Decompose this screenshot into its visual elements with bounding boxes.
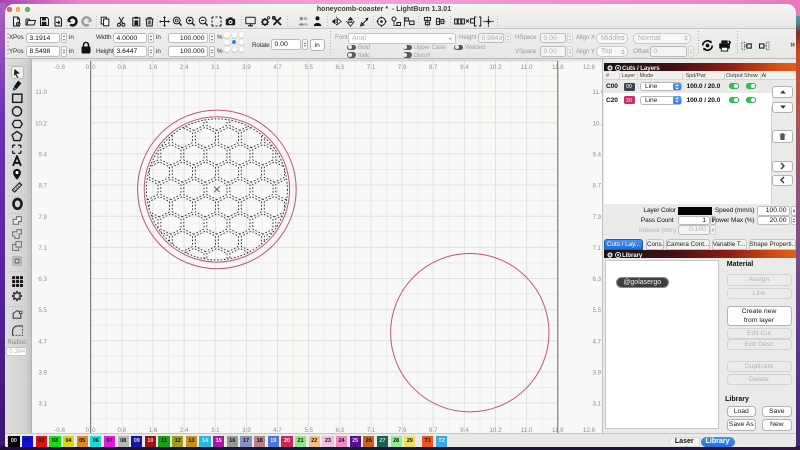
- svg-text:11.8: 11.8: [552, 64, 564, 71]
- svg-text:9.4: 9.4: [592, 151, 601, 158]
- svg-text:12.6: 12.6: [582, 64, 595, 71]
- svg-text:0: 0: [85, 64, 89, 71]
- svg-text:3.1: 3.1: [592, 400, 601, 407]
- svg-text:3.1: 3.1: [210, 64, 219, 71]
- svg-text:9.4: 9.4: [460, 64, 469, 71]
- svg-text:8.7: 8.7: [38, 182, 47, 189]
- svg-text:1.6: 1.6: [148, 64, 157, 71]
- svg-text:5.5: 5.5: [304, 64, 313, 71]
- svg-text:7.1: 7.1: [366, 64, 375, 71]
- svg-text:3.9: 3.9: [242, 64, 251, 71]
- svg-text:10.2: 10.2: [34, 120, 47, 127]
- svg-text:6.3: 6.3: [335, 64, 344, 71]
- svg-text:7.9: 7.9: [38, 213, 47, 220]
- svg-text:11.0: 11.0: [35, 89, 47, 96]
- svg-text:7.9: 7.9: [397, 64, 406, 71]
- svg-text:10.2: 10.2: [592, 120, 602, 127]
- svg-text:8.7: 8.7: [428, 64, 437, 71]
- svg-text:6.3: 6.3: [38, 276, 47, 283]
- svg-text:8.7: 8.7: [592, 182, 601, 189]
- svg-text:7.1: 7.1: [38, 244, 47, 251]
- svg-text:0: 0: [92, 64, 96, 71]
- svg-text:3.1: 3.1: [38, 400, 47, 407]
- svg-text:-0.8: -0.8: [54, 64, 65, 71]
- svg-text:7.1: 7.1: [592, 244, 601, 251]
- svg-text:5.5: 5.5: [592, 307, 601, 314]
- svg-text:4.7: 4.7: [592, 338, 601, 345]
- svg-text:4.7: 4.7: [273, 64, 282, 71]
- svg-text:10.2: 10.2: [489, 64, 502, 71]
- svg-text:9.4: 9.4: [38, 151, 47, 158]
- svg-text:2.4: 2.4: [179, 64, 188, 71]
- svg-text:11.0: 11.0: [592, 89, 602, 96]
- svg-text:5.5: 5.5: [38, 307, 47, 314]
- svg-text:0.8: 0.8: [117, 64, 126, 71]
- svg-text:11.0: 11.0: [520, 64, 532, 71]
- svg-text:4.7: 4.7: [38, 338, 47, 345]
- svg-text:3.9: 3.9: [38, 369, 47, 376]
- svg-text:6.3: 6.3: [592, 276, 601, 283]
- svg-text:3.9: 3.9: [592, 369, 601, 376]
